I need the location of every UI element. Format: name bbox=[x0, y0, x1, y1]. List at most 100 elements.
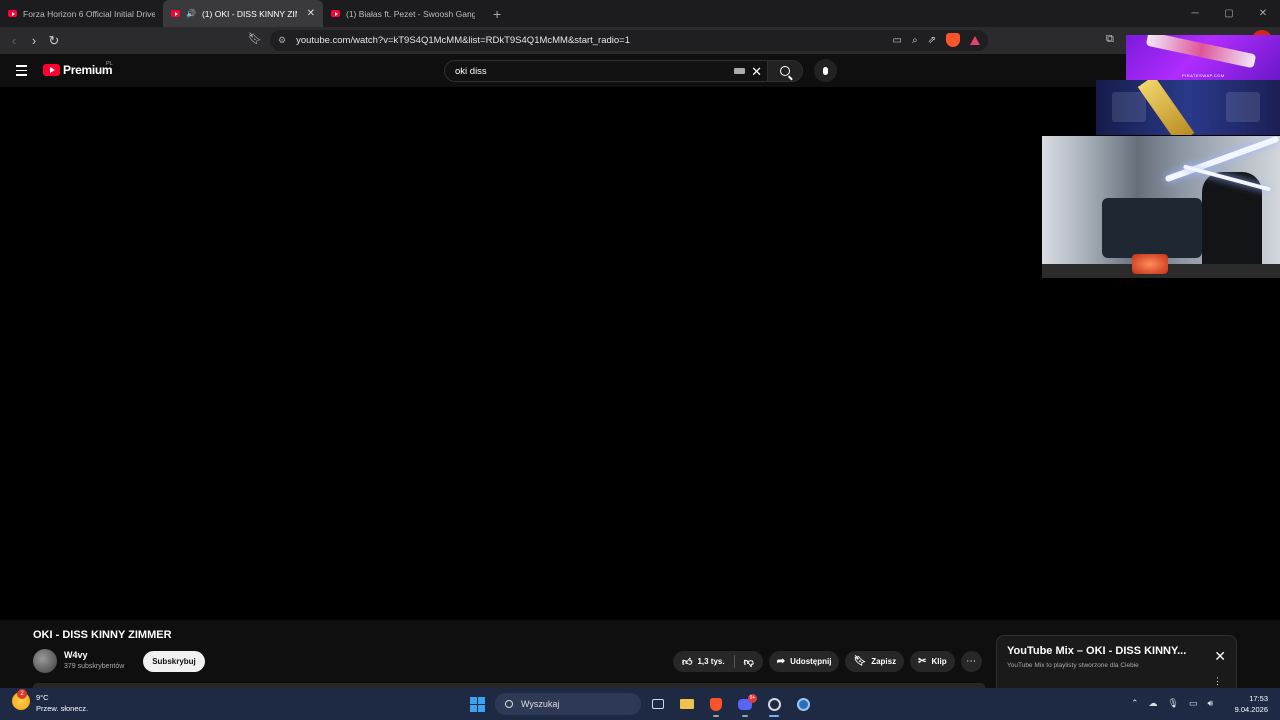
tab-forza[interactable]: Forza Horizon 6 Official Initial Drive T bbox=[0, 0, 163, 27]
share-icon[interactable]: ⇗ bbox=[928, 35, 936, 46]
task-view-button[interactable] bbox=[648, 694, 668, 714]
brave-shield-icon[interactable] bbox=[946, 33, 960, 47]
url-text: youtube.com/watch?v=kT9S4Q1McMM&list=RDk… bbox=[296, 35, 631, 46]
brave-icon bbox=[710, 697, 722, 711]
taskbar-search[interactable]: Wyszukaj bbox=[495, 693, 641, 715]
weather-widget[interactable]: 2 9°C Przew. słonecz. bbox=[12, 689, 89, 714]
window-controls: ─ ▢ ✕ bbox=[1178, 0, 1280, 27]
knife-graphic bbox=[1137, 80, 1195, 135]
tab-oki-diss[interactable]: 🔊 (1) OKI - DISS KINNY ZIMMER ✕ bbox=[163, 0, 323, 27]
channel-avatar[interactable] bbox=[33, 649, 57, 673]
new-tab-button[interactable]: + bbox=[493, 6, 501, 22]
scissors-icon: ✂ bbox=[918, 656, 927, 667]
share-button[interactable]: ➦ Udostępnij bbox=[768, 651, 840, 672]
forward-icon[interactable]: › bbox=[24, 33, 44, 48]
steam-icon bbox=[796, 697, 810, 711]
chevron-up-icon[interactable]: ⌃ bbox=[1131, 698, 1139, 709]
tab-title: Forza Horizon 6 Official Initial Drive T bbox=[23, 8, 155, 19]
maximize-icon[interactable]: ▢ bbox=[1212, 8, 1246, 19]
channel-name[interactable]: W4vy bbox=[64, 650, 88, 660]
like-count: 1,3 tys. bbox=[697, 657, 725, 666]
windows-start-icon[interactable] bbox=[470, 697, 485, 712]
windows-taskbar: 2 9°C Przew. słonecz. Wyszukaj 9+ ⌃ ☁ 🎙︎… bbox=[0, 688, 1280, 720]
ad-banner-skins bbox=[1096, 80, 1280, 135]
share-arrow-icon: ➦ bbox=[776, 656, 786, 667]
minimize-icon[interactable]: ─ bbox=[1178, 8, 1212, 19]
chrome-button[interactable] bbox=[764, 694, 784, 717]
site-settings-icon[interactable]: ⚙ bbox=[278, 35, 286, 46]
subscribe-button[interactable]: Subskrybuj bbox=[143, 651, 205, 672]
url-actions: ▭ ⌕ ⇗ bbox=[893, 33, 980, 47]
close-window-icon[interactable]: ✕ bbox=[1246, 8, 1280, 19]
ad-banner-top: PIRATESWAP.COM bbox=[1126, 35, 1280, 80]
like-button[interactable]: 👍︎ 1,3 tys. bbox=[673, 651, 734, 672]
weather-temp: 9°C bbox=[36, 693, 49, 702]
discord-badge: 9+ bbox=[748, 693, 757, 703]
youtube-favicon-icon bbox=[8, 10, 17, 17]
system-tray: ⌃ ☁ 🎙︎ ▭ 🔊︎ bbox=[1131, 698, 1213, 709]
back-icon[interactable]: ‹ bbox=[4, 33, 24, 48]
chair-graphic bbox=[1202, 172, 1262, 278]
cloud-icon[interactable]: ☁ bbox=[1149, 698, 1158, 709]
clear-search-icon[interactable]: ✕ bbox=[751, 64, 762, 80]
video-actions: 👍︎ 1,3 tys. 👎︎ ➦ Udostępnij 🔖︎ Zapisz ✂ … bbox=[673, 651, 982, 672]
country-code: PL bbox=[106, 61, 113, 67]
search-icon bbox=[505, 700, 513, 708]
video-title: OKI - DISS KINNY ZIMMER bbox=[33, 629, 172, 641]
webcam-overlay bbox=[1042, 136, 1280, 278]
menu-icon[interactable] bbox=[16, 65, 27, 79]
steam-button[interactable] bbox=[793, 694, 813, 714]
brave-rewards-icon[interactable] bbox=[970, 35, 980, 45]
knife-graphic bbox=[1145, 35, 1257, 69]
discord-button[interactable]: 9+ bbox=[735, 693, 757, 717]
thumbs-up-icon: 👍︎ bbox=[682, 656, 693, 668]
tab-bialas[interactable]: (1) Białas ft. Pezet - Swoosh Gang (p bbox=[323, 0, 483, 27]
youtube-premium-logo[interactable]: Premium PL bbox=[43, 61, 113, 77]
file-explorer-button[interactable] bbox=[677, 694, 697, 714]
network-icon[interactable]: ▭ bbox=[1189, 698, 1198, 709]
extension-icons: ⧉ bbox=[1106, 33, 1114, 46]
youtube-masthead: Premium PL oki diss ✕ bbox=[0, 54, 1280, 87]
clock-date: 9.04.2026 bbox=[1234, 705, 1268, 714]
microphone-icon[interactable]: 🎙︎ bbox=[1168, 698, 1179, 709]
microphone-icon bbox=[823, 66, 828, 75]
mix-subtitle: YouTube Mix to playlisty stworzone dla C… bbox=[1007, 662, 1139, 669]
clock-time: 17:53 bbox=[1249, 694, 1268, 703]
bookmark-icon[interactable]: 🔖︎ bbox=[248, 32, 262, 45]
like-dislike-group: 👍︎ 1,3 tys. 👎︎ bbox=[673, 651, 763, 672]
voice-search-button[interactable] bbox=[814, 59, 837, 82]
skin-slot bbox=[1226, 92, 1260, 122]
zoom-icon[interactable]: ⌕ bbox=[912, 35, 918, 46]
speaker-icon: 🔊 bbox=[186, 9, 196, 18]
clip-button[interactable]: ✂ Klip bbox=[910, 651, 955, 672]
more-actions-icon[interactable]: ⋯ bbox=[960, 651, 982, 672]
taskbar-clock[interactable]: 17:53 9.04.2026 bbox=[1232, 693, 1268, 715]
volume-icon[interactable]: 🔊︎ bbox=[1208, 698, 1214, 709]
couch-graphic bbox=[1102, 198, 1202, 258]
youtube-favicon-icon bbox=[171, 10, 180, 17]
search-input[interactable]: oki diss ✕ bbox=[444, 60, 768, 82]
reload-icon[interactable]: ↻ bbox=[44, 33, 64, 49]
folder-icon bbox=[680, 699, 694, 709]
browser-icon bbox=[767, 697, 781, 711]
brave-button[interactable] bbox=[706, 694, 726, 717]
weather-desc: Przew. słonecz. bbox=[36, 704, 89, 713]
dislike-button[interactable]: 👎︎ bbox=[735, 651, 763, 672]
extensions-icon[interactable]: ⧉ bbox=[1106, 33, 1114, 46]
address-bar[interactable]: ⚙ youtube.com/watch?v=kT9S4Q1McMM&list=R… bbox=[270, 30, 988, 51]
cast-icon[interactable]: ▭ bbox=[893, 35, 902, 46]
more-vert-icon[interactable]: ⋮ bbox=[1213, 676, 1222, 687]
clip-label: Klip bbox=[931, 657, 947, 666]
keyboard-icon[interactable] bbox=[734, 68, 745, 74]
mix-title[interactable]: YouTube Mix – OKI - DISS KINNY... bbox=[1007, 645, 1186, 657]
mix-playlist-panel: YouTube Mix – OKI - DISS KINNY... YouTub… bbox=[996, 635, 1237, 693]
subscriber-count: 379 subskrybentów bbox=[64, 663, 125, 670]
search-icon bbox=[780, 66, 790, 76]
close-icon[interactable]: ✕ bbox=[1214, 648, 1226, 665]
skin-slot bbox=[1112, 92, 1146, 122]
taskbar-search-placeholder: Wyszukaj bbox=[521, 699, 560, 709]
logo-text: Premium bbox=[63, 63, 113, 77]
save-button[interactable]: 🔖︎ Zapisz bbox=[845, 651, 905, 672]
close-tab-icon[interactable]: ✕ bbox=[307, 8, 315, 19]
search-button[interactable] bbox=[767, 60, 803, 82]
